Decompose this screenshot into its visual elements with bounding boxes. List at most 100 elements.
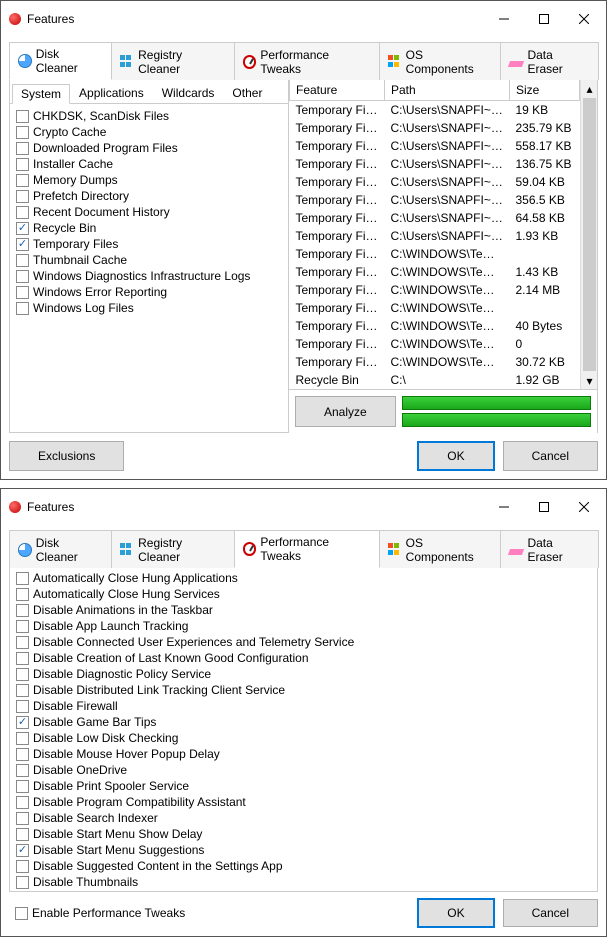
system-item[interactable]: Temporary Files bbox=[12, 236, 286, 252]
tab-data-eraser[interactable]: Data Eraser bbox=[500, 530, 599, 568]
item-label: Downloaded Program Files bbox=[33, 141, 178, 155]
maximize-button[interactable] bbox=[524, 7, 564, 31]
scrollbar[interactable]: ▴ ▾ bbox=[580, 80, 597, 389]
system-item[interactable]: Recycle Bin bbox=[12, 220, 286, 236]
checkbox-icon bbox=[16, 158, 29, 171]
tweak-item[interactable]: Disable Start Menu Suggestions bbox=[12, 842, 595, 858]
cleaner-subtabs: System Applications Wildcards Other bbox=[10, 80, 288, 104]
table-row[interactable]: Temporary FilesC:\Users\SNAPFI~1\App...1… bbox=[290, 227, 580, 245]
tab-disk-cleaner[interactable]: Disk Cleaner bbox=[9, 530, 112, 568]
close-button[interactable] bbox=[564, 7, 604, 31]
minimize-button[interactable] bbox=[484, 495, 524, 519]
maximize-button[interactable] bbox=[524, 495, 564, 519]
table-row[interactable]: Temporary FilesC:\Users\SNAPFI~1\App...6… bbox=[290, 209, 580, 227]
minimize-button[interactable] bbox=[484, 7, 524, 31]
system-item[interactable]: Recent Document History bbox=[12, 204, 286, 220]
ok-button[interactable]: OK bbox=[417, 898, 494, 928]
titlebar[interactable]: Features bbox=[1, 489, 606, 525]
table-row[interactable]: Temporary FilesC:\Users\SNAPFI~1\App...1… bbox=[290, 101, 580, 120]
tab-data-eraser[interactable]: Data Eraser bbox=[500, 42, 599, 80]
checkbox-icon bbox=[16, 700, 29, 713]
analyze-button[interactable]: Analyze bbox=[295, 396, 396, 427]
table-row[interactable]: Temporary FilesC:\Users\SNAPFI~1\App...1… bbox=[290, 155, 580, 173]
tweak-item[interactable]: Automatically Close Hung Applications bbox=[12, 570, 595, 586]
cancel-button[interactable]: Cancel bbox=[503, 441, 598, 471]
system-item[interactable]: Windows Diagnostics Infrastructure Logs bbox=[12, 268, 286, 284]
tweak-item[interactable]: Disable Game Bar Tips bbox=[12, 714, 595, 730]
item-label: Automatically Close Hung Services bbox=[33, 587, 220, 601]
subtab-wildcards[interactable]: Wildcards bbox=[153, 83, 224, 103]
tab-os-components[interactable]: OS Components bbox=[379, 530, 502, 568]
tab-registry-cleaner[interactable]: Registry Cleaner bbox=[111, 42, 234, 80]
col-path[interactable]: Path bbox=[385, 80, 510, 101]
enable-performance-tweaks-checkbox[interactable]: Enable Performance Tweaks bbox=[11, 905, 189, 921]
tab-os-components[interactable]: OS Components bbox=[379, 42, 502, 80]
item-label: Temporary Files bbox=[33, 237, 118, 251]
tab-performance-tweaks[interactable]: Performance Tweaks bbox=[234, 42, 380, 80]
tab-disk-cleaner[interactable]: Disk Cleaner bbox=[9, 42, 112, 80]
tweak-item[interactable]: Disable Suggested Content in the Setting… bbox=[12, 858, 595, 874]
table-row[interactable]: Recycle BinC:\1.92 GB bbox=[290, 371, 580, 389]
table-row[interactable]: Temporary FilesC:\WINDOWS\Temp\CR_... bbox=[290, 245, 580, 263]
tweak-item[interactable]: Disable Distributed Link Tracking Client… bbox=[12, 682, 595, 698]
cell-path: C:\WINDOWS\Temp\chro... bbox=[385, 353, 510, 371]
table-row[interactable]: Temporary FilesC:\Users\SNAPFI~1\App...3… bbox=[290, 191, 580, 209]
tweak-item[interactable]: Disable Connected User Experiences and T… bbox=[12, 634, 595, 650]
exclusions-button[interactable]: Exclusions bbox=[9, 441, 124, 471]
tab-performance-tweaks[interactable]: Performance Tweaks bbox=[234, 530, 380, 568]
subtab-applications[interactable]: Applications bbox=[70, 83, 153, 103]
table-row[interactable]: Temporary FilesC:\WINDOWS\Temp\Cras...0 bbox=[290, 335, 580, 353]
system-item[interactable]: Prefetch Directory bbox=[12, 188, 286, 204]
system-item[interactable]: Memory Dumps bbox=[12, 172, 286, 188]
cell-feature: Temporary Files bbox=[290, 137, 385, 155]
tab-registry-cleaner[interactable]: Registry Cleaner bbox=[111, 530, 234, 568]
cancel-button[interactable]: Cancel bbox=[503, 899, 598, 927]
table-row[interactable]: Temporary FilesC:\WINDOWS\Temp\chro...30… bbox=[290, 353, 580, 371]
checkbox-icon bbox=[16, 636, 29, 649]
system-item[interactable]: Installer Cache bbox=[12, 156, 286, 172]
table-row[interactable]: Temporary FilesC:\WINDOWS\Temp\CR_...2.1… bbox=[290, 281, 580, 299]
col-feature[interactable]: Feature bbox=[290, 80, 385, 101]
system-item[interactable]: Windows Log Files bbox=[12, 300, 286, 316]
scroll-down-icon[interactable]: ▾ bbox=[581, 372, 597, 389]
cell-size: 0 bbox=[510, 335, 580, 353]
results-table: Feature Path Size Temporary FilesC:\User… bbox=[289, 80, 580, 389]
table-row[interactable]: Temporary FilesC:\Users\SNAPFI~1\App...5… bbox=[290, 137, 580, 155]
system-item[interactable]: Crypto Cache bbox=[12, 124, 286, 140]
tweak-item[interactable]: Disable Start Menu Show Delay bbox=[12, 826, 595, 842]
system-item[interactable]: Thumbnail Cache bbox=[12, 252, 286, 268]
table-row[interactable]: Temporary FilesC:\WINDOWS\Temp\CR_...1.4… bbox=[290, 263, 580, 281]
tweak-item[interactable]: Disable Thumbnails bbox=[12, 874, 595, 890]
system-item[interactable]: Downloaded Program Files bbox=[12, 140, 286, 156]
scroll-up-icon[interactable]: ▴ bbox=[581, 80, 597, 97]
tweak-item[interactable]: Disable Program Compatibility Assistant bbox=[12, 794, 595, 810]
tweak-item[interactable]: Disable Animations in the Taskbar bbox=[12, 602, 595, 618]
tweak-item[interactable]: Automatically Close Hung Services bbox=[12, 586, 595, 602]
cell-size: 1.43 KB bbox=[510, 263, 580, 281]
tweak-item[interactable]: Disable App Launch Tracking bbox=[12, 618, 595, 634]
item-label: Disable OneDrive bbox=[33, 763, 127, 777]
scroll-thumb[interactable] bbox=[583, 98, 596, 371]
system-item[interactable]: CHKDSK, ScanDisk Files bbox=[12, 108, 286, 124]
tweak-item[interactable]: Disable Print Spooler Service bbox=[12, 778, 595, 794]
tweak-item[interactable]: Disable Low Disk Checking bbox=[12, 730, 595, 746]
table-row[interactable]: Temporary FilesC:\Users\SNAPFI~1\App...2… bbox=[290, 119, 580, 137]
checkbox-icon bbox=[16, 190, 29, 203]
subtab-system[interactable]: System bbox=[12, 84, 70, 104]
table-row[interactable]: Temporary FilesC:\WINDOWS\Temp\Cras...40… bbox=[290, 317, 580, 335]
table-row[interactable]: Temporary FilesC:\WINDOWS\Temp\Cras... bbox=[290, 299, 580, 317]
tweak-item[interactable]: Disable Creation of Last Known Good Conf… bbox=[12, 650, 595, 666]
subtab-other[interactable]: Other bbox=[223, 83, 271, 103]
tweak-item[interactable]: Disable Search Indexer bbox=[12, 810, 595, 826]
tweak-item[interactable]: Disable Diagnostic Policy Service bbox=[12, 666, 595, 682]
titlebar[interactable]: Features bbox=[1, 1, 606, 37]
tweak-item[interactable]: Disable OneDrive bbox=[12, 762, 595, 778]
close-button[interactable] bbox=[564, 495, 604, 519]
system-item[interactable]: Windows Error Reporting bbox=[12, 284, 286, 300]
tweak-item[interactable]: Disable Firewall bbox=[12, 698, 595, 714]
tweak-item[interactable]: Disable Mouse Hover Popup Delay bbox=[12, 746, 595, 762]
ok-button[interactable]: OK bbox=[417, 441, 494, 471]
col-size[interactable]: Size bbox=[510, 80, 580, 101]
cell-feature: Temporary Files bbox=[290, 101, 385, 120]
table-row[interactable]: Temporary FilesC:\Users\SNAPFI~1\App...5… bbox=[290, 173, 580, 191]
